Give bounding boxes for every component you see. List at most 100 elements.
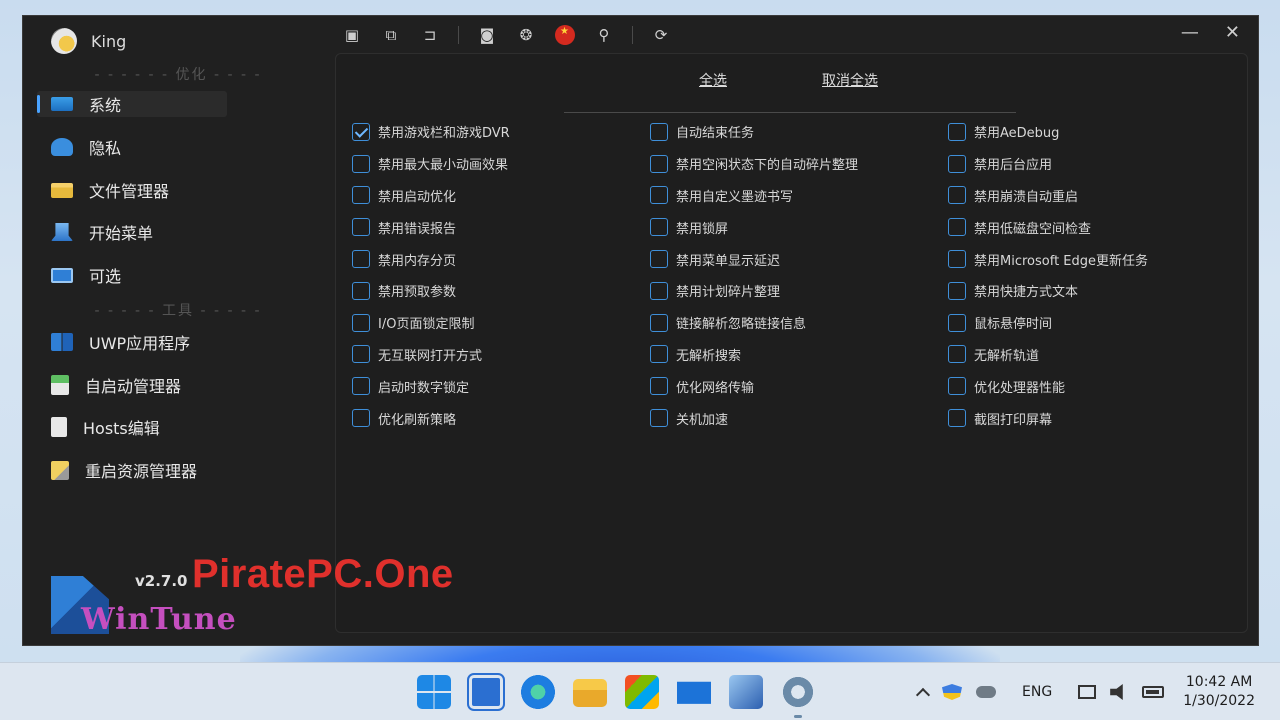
security-shield-icon[interactable] — [942, 684, 962, 700]
checkbox[interactable] — [948, 313, 966, 332]
file-explorer-icon[interactable] — [573, 679, 607, 707]
tweak-option[interactable]: 禁用锁屏 — [650, 211, 940, 243]
sidebar-item-hosts[interactable]: Hosts编辑 — [37, 414, 227, 440]
snipping-tool-icon[interactable] — [729, 675, 763, 709]
checkbox[interactable] — [650, 250, 668, 269]
show-hidden-icons-icon[interactable] — [915, 687, 931, 703]
sidebar-item-system[interactable]: 系统 — [37, 91, 227, 117]
checkbox[interactable] — [352, 377, 370, 396]
minimize-button[interactable]: — — [1181, 22, 1199, 43]
open-folder-icon[interactable]: ⊐ — [419, 25, 441, 45]
checkbox[interactable] — [948, 218, 966, 237]
refresh-icon[interactable]: ⟳ — [650, 25, 672, 45]
checkbox[interactable] — [650, 218, 668, 237]
checkbox[interactable] — [948, 409, 966, 428]
tweak-option[interactable]: 无解析轨道 — [948, 339, 1238, 371]
checkbox[interactable] — [948, 154, 966, 173]
tweak-option[interactable]: 无互联网打开方式 — [352, 339, 642, 371]
tweak-option[interactable]: 禁用低磁盘空间检查 — [948, 211, 1238, 243]
checkbox[interactable] — [352, 218, 370, 237]
tweak-option[interactable]: 启动时数字锁定 — [352, 370, 642, 402]
tweak-option[interactable]: 禁用菜单显示延迟 — [650, 243, 940, 275]
checkbox[interactable] — [948, 377, 966, 396]
checkbox[interactable] — [352, 122, 370, 141]
store-icon[interactable] — [625, 675, 659, 709]
checkbox[interactable] — [650, 186, 668, 205]
mail-icon[interactable] — [677, 681, 711, 704]
select-all-button[interactable]: 全选 — [699, 70, 727, 90]
tweak-option[interactable]: 禁用AeDebug — [948, 116, 1238, 148]
language-flag-icon[interactable] — [554, 25, 576, 45]
language-indicator[interactable]: ENG — [1022, 684, 1052, 700]
checkbox[interactable] — [352, 313, 370, 332]
settings-icon[interactable] — [781, 675, 815, 718]
checkbox[interactable] — [650, 377, 668, 396]
tweak-option[interactable]: 禁用崩溃自动重启 — [948, 180, 1238, 212]
tweak-option[interactable]: I/O页面锁定限制 — [352, 307, 642, 339]
hosts-icon — [51, 417, 67, 437]
save-icon[interactable]: ▣ — [341, 25, 363, 45]
palette-icon[interactable]: ❂ — [515, 25, 537, 45]
onedrive-cloud-icon[interactable] — [976, 686, 996, 698]
tweak-option[interactable]: 禁用空闲状态下的自动碎片整理 — [650, 148, 940, 180]
tweak-option[interactable]: 禁用自定义墨迹书写 — [650, 180, 940, 212]
checkbox[interactable] — [352, 281, 370, 300]
tweak-option[interactable]: 禁用游戏栏和游戏DVR — [352, 116, 642, 148]
checkbox[interactable] — [352, 409, 370, 428]
tweak-option[interactable]: 禁用最大最小动画效果 — [352, 148, 642, 180]
checkbox[interactable] — [948, 186, 966, 205]
sidebar-item-uwp[interactable]: UWP应用程序 — [37, 329, 227, 355]
checkbox[interactable] — [650, 409, 668, 428]
sidebar-item-restart-explorer[interactable]: 重启资源管理器 — [37, 457, 227, 483]
user-profile[interactable]: King — [51, 28, 126, 54]
close-button[interactable]: ✕ — [1225, 22, 1240, 43]
tweak-option[interactable]: 截图打印屏幕 — [948, 402, 1238, 434]
tweak-option[interactable]: 禁用启动优化 — [352, 180, 642, 212]
checkbox[interactable] — [352, 345, 370, 364]
checkbox[interactable] — [650, 122, 668, 141]
checkbox[interactable] — [650, 281, 668, 300]
tweak-option[interactable]: 自动结束任务 — [650, 116, 940, 148]
tweak-option[interactable]: 链接解析忽略链接信息 — [650, 307, 940, 339]
tweak-option[interactable]: 优化网络传输 — [650, 370, 940, 402]
tweak-option[interactable]: 禁用Microsoft Edge更新任务 — [948, 243, 1238, 275]
checkbox[interactable] — [352, 186, 370, 205]
tweak-option[interactable]: 优化处理器性能 — [948, 370, 1238, 402]
checkbox[interactable] — [948, 122, 966, 141]
checkbox[interactable] — [650, 154, 668, 173]
sidebar-item-privacy[interactable]: 隐私 — [37, 134, 227, 160]
sidebar-item-autostart[interactable]: 自启动管理器 — [37, 372, 227, 398]
tweak-option[interactable]: 禁用计划碎片整理 — [650, 275, 940, 307]
checkbox[interactable] — [948, 281, 966, 300]
tweak-option[interactable]: 鼠标悬停时间 — [948, 307, 1238, 339]
tweak-option[interactable]: 禁用预取参数 — [352, 275, 642, 307]
checkbox[interactable] — [948, 345, 966, 364]
tweak-option[interactable]: 无解析搜索 — [650, 339, 940, 371]
sidebar-item-start-menu[interactable]: 开始菜单 — [37, 219, 227, 245]
edge-icon[interactable] — [521, 675, 555, 709]
sidebar-item-optional[interactable]: 可选 — [37, 262, 227, 288]
camera-icon[interactable]: ◙ — [476, 25, 498, 45]
tweak-option[interactable]: 禁用内存分页 — [352, 243, 642, 275]
tweak-option[interactable]: 关机加速 — [650, 402, 940, 434]
widgets-icon[interactable] — [467, 673, 505, 711]
checkbox[interactable] — [650, 345, 668, 364]
tweak-option[interactable]: 禁用后台应用 — [948, 148, 1238, 180]
checkbox[interactable] — [948, 250, 966, 269]
search-icon[interactable]: ⚲ — [593, 25, 615, 45]
tweak-option[interactable]: 禁用错误报告 — [352, 211, 642, 243]
checkbox[interactable] — [352, 154, 370, 173]
save-all-icon[interactable]: ⧉ — [380, 25, 402, 45]
checkbox[interactable] — [650, 313, 668, 332]
checkbox[interactable] — [352, 250, 370, 269]
battery-icon[interactable] — [1142, 686, 1165, 698]
deselect-all-button[interactable]: 取消全选 — [822, 70, 878, 90]
tweak-option[interactable]: 禁用快捷方式文本 — [948, 275, 1238, 307]
volume-icon[interactable] — [1110, 684, 1123, 700]
sidebar-item-file-manager[interactable]: 文件管理器 — [37, 177, 227, 203]
clock[interactable]: 10:42 AM 1/30/2022 — [1183, 673, 1255, 711]
tweak-option[interactable]: 优化刷新策略 — [352, 402, 642, 434]
sidebar-item-label: 自启动管理器 — [85, 377, 182, 396]
network-icon[interactable] — [1078, 685, 1097, 699]
start-icon[interactable] — [417, 675, 451, 709]
